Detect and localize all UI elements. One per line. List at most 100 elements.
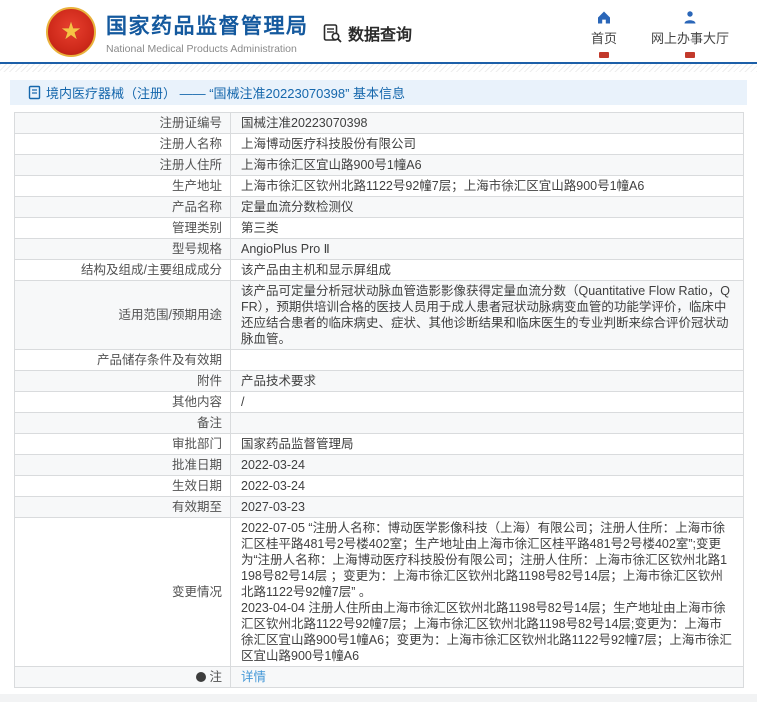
row-value: 定量血流分数检测仪 <box>241 200 354 214</box>
row-label: 其他内容 <box>14 391 231 413</box>
table-row: 审批部门 国家药品监督管理局 <box>14 433 744 455</box>
row-label: 批准日期 <box>14 454 231 476</box>
row-label-text: 变更情况 <box>171 585 222 599</box>
table-row: 型号规格 AngioPlus Pro Ⅱ <box>14 238 744 260</box>
row-label-text: 生产地址 <box>171 179 222 193</box>
row-label-text: 结构及组成/主要组成成分 <box>81 263 222 277</box>
row-label-text: 备注 <box>196 416 222 430</box>
table-row: 管理类别 第三类 <box>14 217 744 239</box>
row-value: 国械注准20223070398 <box>241 116 368 130</box>
page-title: 境内医疗器械（注册） —— “国械注准20223070398” 基本信息 <box>46 86 406 101</box>
row-label-text: 审批部门 <box>171 437 222 451</box>
table-row: 适用范围/预期用途 该产品可定量分析冠状动脉血管造影影像获得定量血流分数（Quan… <box>14 280 744 350</box>
data-query-link[interactable]: 数据查询 <box>322 21 412 45</box>
table-row: 注册人名称 上海博动医疗科技股份有限公司 <box>14 133 744 155</box>
row-label: 注册证编号 <box>14 112 231 134</box>
row-label: 生效日期 <box>14 475 231 497</box>
row-value: 2022-07-05 “注册人名称：博动医学影像科技（上海）有限公司；注册人住所… <box>241 521 732 663</box>
row-value: 该产品由主机和显示屏组成 <box>241 263 392 277</box>
row-label-text: 注册人住所 <box>159 158 222 172</box>
org-name-en: National Medical Products Administration <box>106 43 297 55</box>
emblem-star-icon: ★ <box>60 18 82 45</box>
nav-item-service-hall[interactable]: 网上办事大厅 <box>651 10 729 58</box>
row-label-text: 适用范围/预期用途 <box>118 308 222 322</box>
row-label: 审批部门 <box>14 433 231 455</box>
row-label: 型号规格 <box>14 238 231 260</box>
table-row: 产品名称 定量血流分数检测仪 <box>14 196 744 218</box>
top-nav: 首页 网上办事大厅 <box>591 10 729 58</box>
table-row: 注册证编号 国械注准20223070398 <box>14 112 744 134</box>
header-hatch-strip <box>0 64 757 72</box>
org-name-cn: 国家药品监督管理局 <box>106 15 309 38</box>
row-label-text: 其他内容 <box>171 395 222 409</box>
row-value: 产品技术要求 <box>241 374 317 388</box>
row-value: 上海市徐汇区钦州北路1122号92幢7层；上海市徐汇区宜山路900号1幢A6 <box>241 179 645 193</box>
nav-label-service-hall: 网上办事大厅 <box>650 31 729 46</box>
row-label: 注册人名称 <box>14 133 231 155</box>
row-value: 2022-03-24 <box>241 479 305 493</box>
row-value: 国家药品监督管理局 <box>241 437 354 451</box>
row-label: 附件 <box>14 370 231 392</box>
table-row: 其他内容 / <box>14 391 744 413</box>
row-value: 上海市徐汇区宜山路900号1幢A6 <box>241 158 422 172</box>
nav-label-home: 首页 <box>590 31 617 46</box>
data-query-label: 数据查询 <box>348 27 413 44</box>
breadcrumb: 境内医疗器械（注册） —— “国械注准20223070398” 基本信息 <box>10 80 747 105</box>
table-row: 结构及组成/主要组成成分 该产品由主机和显示屏组成 <box>14 259 744 281</box>
table-row: 生产地址 上海市徐汇区钦州北路1122号92幢7层；上海市徐汇区宜山路900号1幢… <box>14 175 744 197</box>
row-label: 备注 <box>14 412 231 434</box>
row-value: 上海博动医疗科技股份有限公司 <box>241 137 417 151</box>
row-value <box>231 413 744 434</box>
table-row: 批准日期 2022-03-24 <box>14 454 744 476</box>
row-label-text: 管理类别 <box>171 221 222 235</box>
row-value: / <box>241 395 245 409</box>
home-badge <box>598 52 609 58</box>
row-label: 注 <box>14 666 231 688</box>
table-row: 变更情况 2022-07-05 “注册人名称：博动医学影像科技（上海）有限公司；注… <box>14 517 744 667</box>
row-label: 生产地址 <box>14 175 231 197</box>
table-row: 附件 产品技术要求 <box>14 370 744 392</box>
document-icon <box>28 85 41 100</box>
table-row: 备注 <box>14 412 744 434</box>
detail-link[interactable]: 详情 <box>241 670 266 684</box>
row-label: 管理类别 <box>14 217 231 239</box>
row-value: 2027-03-23 <box>241 500 305 514</box>
footer-strip <box>0 694 757 702</box>
row-label: 结构及组成/主要组成成分 <box>14 259 231 281</box>
row-value: AngioPlus Pro Ⅱ <box>241 242 330 256</box>
row-label-text: 有效期至 <box>171 500 222 514</box>
table-row: 产品储存条件及有效期 <box>14 349 744 371</box>
row-value: 2022-03-24 <box>241 458 305 472</box>
row-label-text: 注册证编号 <box>159 116 222 130</box>
row-label: 产品储存条件及有效期 <box>14 349 231 371</box>
row-label-text: 产品储存条件及有效期 <box>96 353 222 367</box>
nav-item-home[interactable]: 首页 <box>591 10 617 58</box>
home-icon <box>596 10 612 25</box>
row-label: 有效期至 <box>14 496 231 518</box>
national-emblem-logo: ★ <box>46 7 96 57</box>
row-label-text: 型号规格 <box>171 242 222 256</box>
table-row: 注册人住所 上海市徐汇区宜山路900号1幢A6 <box>14 154 744 176</box>
row-label-text: 附件 <box>196 374 222 388</box>
row-label-text: 生效日期 <box>171 479 222 493</box>
table-row: 生效日期 2022-03-24 <box>14 475 744 497</box>
row-label-text: 注 <box>209 670 222 684</box>
site-header: ★ 国家药品监督管理局 National Medical Products Ad… <box>0 0 757 62</box>
table-row: 注 详情 <box>14 666 744 688</box>
row-label-text: 注册人名称 <box>159 137 222 151</box>
row-value: 第三类 <box>241 221 279 235</box>
person-icon <box>682 10 698 25</box>
row-value <box>231 350 744 371</box>
registration-info-table: 注册证编号 国械注准20223070398 注册人名称 上海博动医疗科技股份有限公司注… <box>14 112 744 688</box>
row-label-text: 批准日期 <box>171 458 222 472</box>
service-hall-badge <box>684 52 695 58</box>
row-label: 变更情况 <box>14 517 231 667</box>
data-query-icon <box>322 23 343 44</box>
row-value: 该产品可定量分析冠状动脉血管造影影像获得定量血流分数（Quantitative … <box>241 284 730 346</box>
note-icon <box>196 672 207 682</box>
row-label: 注册人住所 <box>14 154 231 176</box>
table-row: 有效期至 2027-03-23 <box>14 496 744 518</box>
row-label: 产品名称 <box>14 196 231 218</box>
row-label: 适用范围/预期用途 <box>14 280 231 350</box>
row-value: 详情 <box>231 667 744 688</box>
